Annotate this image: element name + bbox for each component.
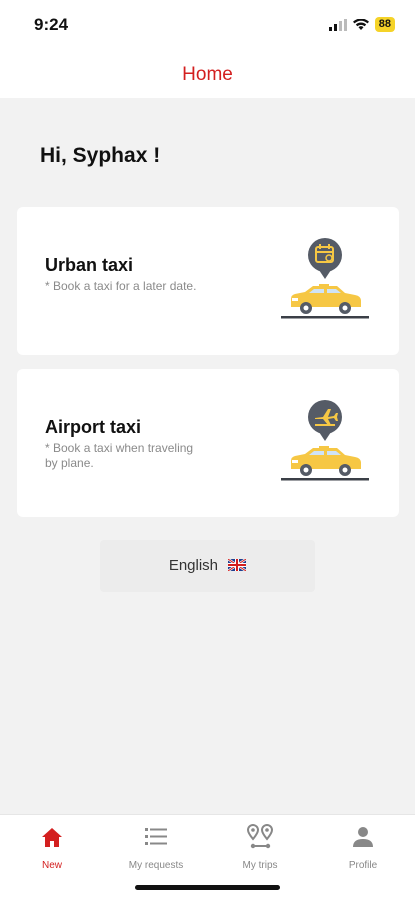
nav-item-my-trips[interactable]: My trips bbox=[208, 823, 312, 871]
language-label: English bbox=[168, 557, 219, 574]
route-pins-icon bbox=[247, 823, 273, 849]
status-bar: 9:24 88 bbox=[0, 0, 415, 50]
greeting-text: Hi, Syphax ! bbox=[40, 144, 161, 167]
nav-item-profile[interactable]: Profile bbox=[311, 823, 415, 871]
app-header: Home bbox=[0, 50, 415, 98]
nav-label: New bbox=[41, 860, 62, 871]
signal-icon bbox=[328, 18, 347, 31]
urban-taxi-card[interactable]: Urban taxi * Book a taxi for a later dat… bbox=[17, 207, 399, 355]
nav-label: Profile bbox=[348, 860, 378, 871]
status-time: 9:24 bbox=[34, 15, 69, 34]
person-icon bbox=[353, 827, 373, 847]
nav-label: My requests bbox=[128, 860, 184, 871]
home-screen: 9:24 88 Home Hi, Syphax ! Urban taxi * B… bbox=[0, 0, 415, 900]
uk-flag-icon bbox=[228, 558, 247, 571]
list-icon bbox=[145, 828, 167, 845]
nav-label: My trips bbox=[242, 860, 278, 871]
airplane-taxi-icon bbox=[281, 400, 369, 481]
status-icons: 88 bbox=[328, 17, 395, 32]
card-description: * Book a taxi for a later date. bbox=[45, 279, 197, 293]
page-title: Home bbox=[182, 64, 233, 85]
card-title: Urban taxi bbox=[45, 255, 134, 275]
language-selector-button[interactable]: English bbox=[100, 540, 315, 592]
nav-item-new[interactable]: New bbox=[0, 823, 104, 871]
home-icon bbox=[42, 828, 62, 847]
nav-item-my-requests[interactable]: My requests bbox=[104, 823, 208, 871]
battery-indicator: 88 bbox=[374, 17, 395, 32]
calendar-taxi-icon bbox=[281, 238, 369, 319]
airport-taxi-card[interactable]: Airport taxi * Book a taxi when travelin… bbox=[17, 369, 399, 517]
home-indicator bbox=[135, 885, 280, 890]
card-title: Airport taxi bbox=[45, 417, 142, 437]
wifi-icon bbox=[352, 18, 369, 30]
card-description: * Book a taxi when traveling by plane. bbox=[45, 441, 194, 470]
